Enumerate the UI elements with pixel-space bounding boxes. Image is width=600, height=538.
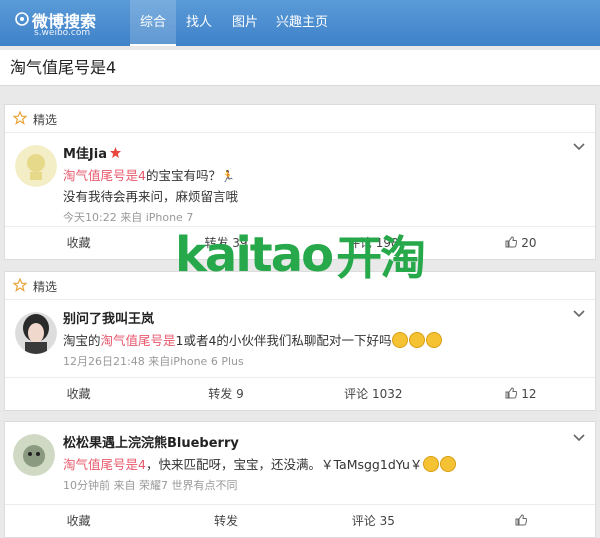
card-header: 精选 [5, 105, 595, 133]
tab-interest-pages[interactable]: 兴趣主页 [268, 0, 336, 46]
text-segment: ，快来匹配呀，宝宝，还没满。￥TaMsgg1dYu￥ [145, 457, 423, 472]
avatar-image [13, 434, 55, 476]
avatar[interactable] [13, 434, 55, 476]
weibo-post-card: 精选 M佳Jia 淘气值尾号是4的宝宝有吗？🏃 没有我待会再来问，麻烦留言哦 今… [4, 104, 596, 260]
post-text-line: 淘气值尾号是4的宝宝有吗？🏃 [63, 166, 585, 187]
like-button[interactable]: 12 [447, 378, 595, 410]
post-text-line: 没有我待会再来问，麻烦留言哦 [63, 187, 585, 207]
emoji-icon [409, 332, 426, 348]
highlighted-keyword[interactable]: 淘气值尾号是4 [63, 168, 146, 183]
avatar-image [15, 145, 57, 187]
avatar-image [15, 312, 57, 354]
thumbs-up-icon [515, 514, 528, 526]
comment-button[interactable]: 评论 35 [300, 505, 447, 537]
text-segment: 没有我待会再来问，麻烦留言哦 [63, 189, 239, 204]
avatar[interactable] [15, 145, 57, 187]
post-actions: 收藏 转发 9 评论 1032 12 [5, 377, 595, 410]
username-link[interactable]: 别问了我叫王岚 [63, 308, 154, 327]
like-count: 12 [521, 387, 537, 401]
repost-button[interactable]: 转发 9 [152, 378, 299, 410]
tab-pictures[interactable]: 图片 [222, 0, 268, 46]
post-actions: 收藏 转发 评论 35 [5, 504, 595, 537]
logo-subtext: s.weibo.com [34, 28, 91, 38]
post-meta[interactable]: 12月26日21:48 来自iPhone 6 Plus [63, 353, 585, 369]
post-text-line: 淘气值尾号是4，快来匹配呀，宝宝，还没满。￥TaMsgg1dYu￥ [63, 455, 585, 475]
post-text-line: 淘宝的淘气值尾号是1或者4的小伙伴我们私聊配对一下好吗 [63, 331, 585, 351]
favorite-button[interactable]: 收藏 [5, 378, 152, 410]
like-count: 20 [521, 236, 537, 250]
search-tabs: 综合 找人 图片 兴趣主页 [130, 0, 336, 46]
username-link[interactable]: 松松果遇上浣浣熊Blueberry [63, 432, 239, 451]
emoji-icon [392, 332, 409, 348]
like-button[interactable]: 20 [447, 227, 595, 259]
favorite-button[interactable]: 收藏 [5, 227, 152, 259]
post-meta[interactable]: 10分钟前 来自 荣耀7 世界有点不同 [63, 477, 585, 493]
favorite-button[interactable]: 收藏 [5, 505, 152, 537]
weibo-post-card: 精选 别问了我叫王岚 淘宝的淘气值尾号是1或者4的小伙伴我们私聊配对一下好吗 1… [4, 271, 596, 411]
post-user: 别问了我叫王岚 [63, 308, 585, 327]
card-header: 精选 [5, 272, 595, 300]
comment-button[interactable]: 评论 198 [300, 227, 447, 259]
post-body: 松松果遇上浣浣熊Blueberry 淘气值尾号是4，快来匹配呀，宝宝，还没满。￥… [63, 432, 585, 493]
weibo-search-logo[interactable]: 微博搜索 s.weibo.com [14, 8, 110, 40]
repost-button[interactable]: 转发 39 [152, 227, 299, 259]
top-bar: 微博搜索 s.weibo.com 综合 找人 图片 兴趣主页 [0, 0, 600, 46]
repost-button[interactable]: 转发 [152, 505, 299, 537]
star-icon [13, 111, 27, 125]
featured-label: 精选 [33, 280, 58, 294]
star-icon [13, 278, 27, 292]
like-button[interactable] [447, 505, 595, 537]
username-link[interactable]: M佳Jia [63, 143, 107, 162]
post-user: M佳Jia [63, 143, 585, 162]
emoji-icon [426, 332, 443, 348]
featured-label: 精选 [33, 113, 58, 127]
emoji-icon [440, 456, 457, 472]
post-user: 松松果遇上浣浣熊Blueberry [63, 432, 585, 451]
tab-find-people[interactable]: 找人 [176, 0, 222, 46]
running-emoji-icon: 🏃 [220, 170, 235, 183]
thumbs-up-icon [505, 236, 518, 248]
highlighted-keyword[interactable]: 淘气值尾号是 [101, 333, 176, 348]
post-body: M佳Jia 淘气值尾号是4的宝宝有吗？🏃 没有我待会再来问，麻烦留言哦 今天10… [63, 143, 585, 225]
text-segment: 1或者4的小伙伴我们私聊配对一下好吗 [175, 333, 392, 348]
weibo-eye-icon [15, 12, 29, 26]
search-query-input[interactable]: 淘气值尾号是4 [0, 50, 600, 86]
tab-comprehensive[interactable]: 综合 [130, 0, 176, 46]
comment-button[interactable]: 评论 1032 [300, 378, 447, 410]
thumbs-up-icon [505, 387, 518, 399]
avatar[interactable] [15, 312, 57, 354]
post-meta[interactable]: 今天10:22 来自 iPhone 7 [63, 209, 585, 225]
text-segment: 淘宝的 [63, 333, 101, 348]
text-segment: 的宝宝有吗？ [145, 168, 221, 183]
weibo-post-card: 松松果遇上浣浣熊Blueberry 淘气值尾号是4，快来匹配呀，宝宝，还没满。￥… [4, 421, 596, 538]
emoji-icon [423, 456, 440, 472]
vip-badge-icon [110, 147, 122, 158]
highlighted-keyword[interactable]: 淘气值尾号是4 [63, 457, 146, 472]
post-body: 别问了我叫王岚 淘宝的淘气值尾号是1或者4的小伙伴我们私聊配对一下好吗 12月2… [63, 308, 585, 369]
post-actions: 收藏 转发 39 评论 198 20 [5, 226, 595, 259]
